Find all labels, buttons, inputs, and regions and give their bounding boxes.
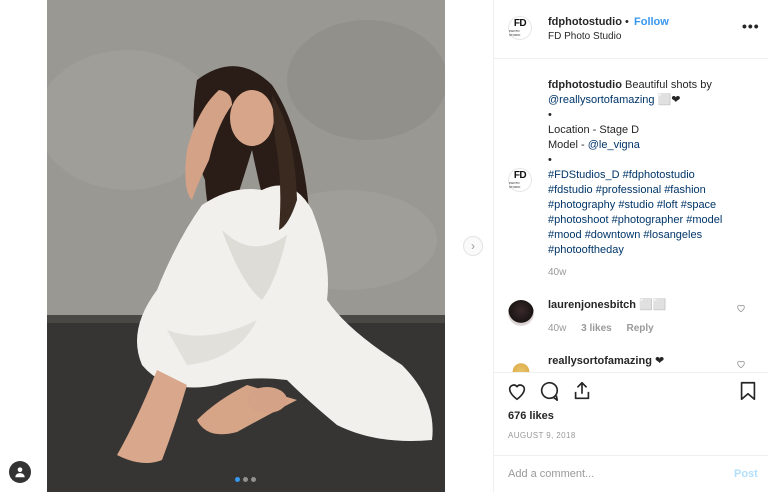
reply-button[interactable]: Reply <box>627 323 654 334</box>
logo-text: FD <box>513 18 527 29</box>
hashtag-line[interactable]: #photooftheday <box>548 243 758 258</box>
profile-avatar[interactable]: FD PHOTO STUDIO <box>508 16 532 40</box>
post-header: FD PHOTO STUDIO fdphotostudio • Follow F… <box>494 0 768 59</box>
hashtag-line[interactable]: #photoshoot #photographer #model <box>548 213 758 228</box>
post-actions: 676 likes AUGUST 9, 2018 Add a comment..… <box>494 372 768 492</box>
caption-username[interactable]: fdphotostudio <box>548 79 622 91</box>
caption-line-2: @reallysortofamazing ⬜❤ <box>548 93 758 108</box>
comment-input[interactable]: Add a comment... <box>508 468 594 480</box>
hashtag-line[interactable]: #FDStudios_D #fdphotostudio <box>548 168 758 183</box>
caption-text: Beautiful shots by <box>624 79 712 91</box>
share-icon[interactable] <box>571 380 593 402</box>
hashtag-line[interactable]: #fdstudio #professional #fashion <box>548 183 758 198</box>
likes-count[interactable]: 676 likes <box>508 410 554 422</box>
post-button[interactable]: Post <box>734 468 758 480</box>
comment-likes[interactable]: 3 likes <box>581 323 612 334</box>
like-comment-icon[interactable] <box>736 303 746 313</box>
next-slide-button[interactable]: › <box>463 236 483 256</box>
carousel-dot <box>243 477 248 482</box>
caption-mention[interactable]: @reallysortofamazing <box>548 94 655 106</box>
user-icon <box>15 467 25 478</box>
comment-body: laurenjonesbitch ⬜⬜ <box>548 298 667 311</box>
post-date[interactable]: AUGUST 9, 2018 <box>508 431 576 440</box>
carousel-indicator <box>235 477 256 482</box>
commenter-avatar[interactable] <box>508 356 534 372</box>
header-separator: • <box>625 16 629 28</box>
chevron-right-icon: › <box>471 239 475 253</box>
caption-bullet: • <box>548 154 552 166</box>
caption-avatar[interactable]: FD PHOTO STUDIO <box>508 168 532 192</box>
follow-button[interactable]: Follow <box>634 16 669 28</box>
carousel-dot <box>251 477 256 482</box>
header-username[interactable]: fdphotostudio <box>548 16 622 28</box>
bookmark-icon[interactable] <box>737 380 759 402</box>
comment-text: ❤ <box>654 355 665 367</box>
left-margin <box>0 0 47 492</box>
comment-meta: 40w 3 likes Reply <box>548 323 666 334</box>
carousel-dot <box>235 477 240 482</box>
comment-username[interactable]: reallysortofamazing <box>548 355 652 367</box>
header-subtitle[interactable]: FD Photo Studio <box>548 31 621 42</box>
hashtag-line[interactable]: #photography #studio #loft #space <box>548 198 758 213</box>
caption-model-prefix: Model - <box>548 139 588 151</box>
post-photo[interactable] <box>47 0 445 492</box>
like-comment-icon[interactable] <box>736 359 746 369</box>
caption-model-line: Model - @le_vigna <box>548 138 758 153</box>
logo-small-text: PHOTO STUDIO <box>509 29 521 37</box>
comment-icon[interactable] <box>538 380 560 402</box>
caption-location: Location - Stage D <box>548 124 640 136</box>
account-button[interactable] <box>9 461 31 483</box>
caption-bullet: • <box>548 109 552 121</box>
hashtag-line[interactable]: #mood #downtown #losangeles <box>548 228 758 243</box>
more-options-icon[interactable]: ••• <box>742 18 760 34</box>
caption-emoji: ⬜❤ <box>657 94 681 106</box>
logo-text: FD <box>513 170 527 181</box>
caption-time[interactable]: 40w <box>548 267 566 278</box>
comment-body: reallysortofamazing ❤ <box>548 354 664 367</box>
caption-line-1: fdphotostudio Beautiful shots by <box>548 78 758 93</box>
photo-illustration <box>47 0 445 492</box>
heart-icon[interactable] <box>506 380 528 402</box>
comment-username[interactable]: laurenjonesbitch <box>548 299 636 311</box>
post-caption: fdphotostudio Beautiful shots by @really… <box>548 78 758 258</box>
add-comment-bar: Add a comment... Post <box>494 455 768 492</box>
logo-small-text: PHOTO STUDIO <box>509 181 521 189</box>
comment-text: ⬜⬜ <box>639 299 667 311</box>
comment-time[interactable]: 40w <box>548 323 566 334</box>
comments-list[interactable]: FD PHOTO STUDIO fdphotostudio Beautiful … <box>494 60 768 372</box>
caption-model-mention[interactable]: @le_vigna <box>588 139 640 151</box>
commenter-avatar[interactable] <box>508 300 534 326</box>
post-side-panel: FD PHOTO STUDIO fdphotostudio • Follow F… <box>493 0 768 492</box>
